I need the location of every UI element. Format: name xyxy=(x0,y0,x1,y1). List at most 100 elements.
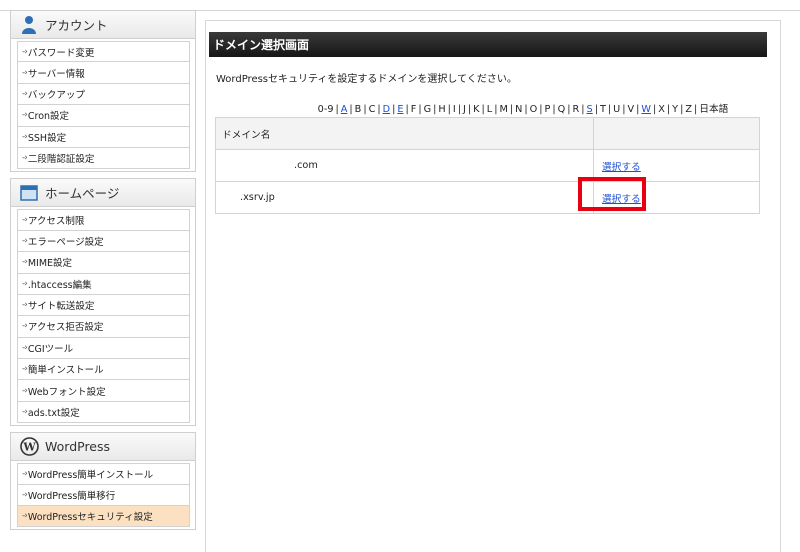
section-title-account: アカウント xyxy=(45,18,108,33)
column-header-domain: ドメイン名 xyxy=(215,117,594,150)
sidebar-item-webfont[interactable]: -› Webフォント設定 xyxy=(17,380,190,402)
alphabet-label-0: 0-9 xyxy=(317,104,334,115)
alphabet-label-10: J xyxy=(463,104,466,115)
alphabet-separator: | xyxy=(636,104,640,115)
alphabet-separator: | xyxy=(392,104,396,115)
arrow-icon: -› xyxy=(22,215,28,226)
arrow-icon: -› xyxy=(22,468,28,479)
alphabet-separator: | xyxy=(552,104,556,115)
alphabet-separator: | xyxy=(335,104,339,115)
alphabet-separator: | xyxy=(539,104,543,115)
sidebar-item-access-restriction[interactable]: -› アクセス制限 xyxy=(17,209,190,231)
select-link[interactable]: 選択する xyxy=(602,162,641,173)
sidebar-item-label: パスワード変更 xyxy=(27,47,95,59)
sidebar-item-label: エラーページ設定 xyxy=(27,236,104,248)
domain-table: ドメイン名 .com 選択する .xsrv.jp 選択する xyxy=(215,117,760,214)
arrow-icon: -› xyxy=(22,385,28,396)
alphabet-label-21: U xyxy=(613,104,621,115)
highlight-box xyxy=(578,177,646,211)
sidebar-item-site-transfer[interactable]: -› サイト転送設定 xyxy=(17,294,190,317)
sidebar-item-error-page[interactable]: -› エラーページ設定 xyxy=(17,230,190,253)
alphabet-link-19[interactable]: S xyxy=(587,104,593,115)
arrow-icon: -› xyxy=(22,153,28,164)
column-header-action xyxy=(593,117,760,150)
sidebar-item-ads-txt[interactable]: -› ads.txt設定 xyxy=(17,401,190,424)
menu-account: -› パスワード変更 -› サーバー情報 -› バックアップ -› Cron設定 -› S… xyxy=(10,38,196,173)
sidebar-item-backup[interactable]: -› バックアップ xyxy=(17,83,190,106)
sidebar-item-password[interactable]: -› パスワード変更 xyxy=(17,41,190,63)
sidebar-item-label: 簡単インストール xyxy=(27,365,104,377)
sidebar-item-wp-easy-migration[interactable]: -› WordPress簡単移行 xyxy=(17,484,190,507)
arrow-icon: -› xyxy=(22,235,28,246)
alphabet-separator: | xyxy=(694,104,698,115)
alphabet-separator: | xyxy=(377,104,381,115)
alphabet-label-22: V xyxy=(627,104,635,115)
menu-wordpress: -› WordPress簡単インストール -› WordPress簡単移行 -› Wo… xyxy=(10,460,196,531)
alphabet-label-13: M xyxy=(499,104,508,115)
domain-cell: .com xyxy=(215,149,594,182)
arrow-icon: -› xyxy=(22,88,28,99)
alphabet-separator: | xyxy=(581,104,585,115)
section-title-wordpress: WordPress xyxy=(45,439,111,455)
sidebar-item-mime[interactable]: -› MIME設定 xyxy=(17,252,190,274)
sidebar-item-label: 二段階認証設定 xyxy=(27,154,95,166)
alphabet-separator: | xyxy=(524,104,528,115)
user-icon xyxy=(19,15,39,35)
sidebar-item-label: Cron設定 xyxy=(27,111,70,123)
alphabet-label-15: O xyxy=(529,104,538,115)
description-text: WordPressセキュリティを設定するドメインを選択してください。 xyxy=(216,74,517,85)
svg-text:W: W xyxy=(22,441,36,454)
arrow-icon: -› xyxy=(22,46,28,57)
alphabet-label-18: R xyxy=(572,104,580,115)
sidebar-item-ssh[interactable]: -› SSH設定 xyxy=(17,126,190,148)
page-title: ドメイン選択画面 xyxy=(209,32,767,57)
sidebar-item-label: サイト転送設定 xyxy=(27,301,95,313)
sidebar-item-wp-security[interactable]: -› WordPressセキュリティ設定 xyxy=(17,506,190,528)
arrow-icon: -› xyxy=(22,489,28,500)
arrow-icon: -› xyxy=(22,110,28,121)
sidebar-item-label: CGIツール xyxy=(27,343,74,355)
sidebar-item-label: WordPress簡単移行 xyxy=(27,490,116,502)
arrow-icon: -› xyxy=(22,257,28,268)
alphabet-label-11: K xyxy=(473,104,480,115)
alphabet-separator: | xyxy=(363,104,367,115)
sidebar-item-label: アクセス制限 xyxy=(27,216,85,228)
alphabet-link-5[interactable]: E xyxy=(397,104,403,115)
alphabet-label-9: I xyxy=(452,104,456,115)
domain-name: .com xyxy=(294,160,318,171)
alphabet-separator: | xyxy=(418,104,422,115)
sidebar-item-label: Webフォント設定 xyxy=(27,386,106,398)
alphabet-label-27: 日本語 xyxy=(699,104,729,115)
sidebar-section-account: アカウント xyxy=(10,10,196,38)
alphabet-separator: | xyxy=(607,104,612,115)
arrow-icon: -› xyxy=(22,278,28,289)
alphabet-separator: | xyxy=(447,104,451,115)
arrow-icon: -› xyxy=(22,342,28,353)
alphabet-link-1[interactable]: A xyxy=(341,104,348,115)
sidebar-item-access-deny[interactable]: -› アクセス拒否設定 xyxy=(17,316,190,338)
arrow-icon: -› xyxy=(22,300,28,311)
arrow-icon: -› xyxy=(22,67,28,78)
arrow-icon: -› xyxy=(22,131,28,142)
alphabet-label-20: T xyxy=(599,104,606,115)
sidebar-item-cgi-tools[interactable]: -› CGIツール xyxy=(17,337,190,360)
alphabet-link-23[interactable]: W xyxy=(641,104,651,115)
sidebar-item-cron[interactable]: -› Cron設定 xyxy=(17,105,190,127)
arrow-icon: -› xyxy=(22,511,28,522)
sidebar: アカウント -› パスワード変更 -› サーバー情報 -› バックアップ -› Cron… xyxy=(10,10,196,536)
sidebar-item-server-info[interactable]: -› サーバー情報 xyxy=(17,62,190,84)
table-header-row: ドメイン名 xyxy=(215,117,760,150)
alphabet-separator: | xyxy=(494,104,498,115)
arrow-icon: -› xyxy=(22,407,28,418)
alphabet-link-4[interactable]: D xyxy=(383,104,390,115)
alphabet-label-24: X xyxy=(658,104,665,115)
sidebar-item-htaccess[interactable]: -› .htaccess編集 xyxy=(17,273,190,295)
sidebar-item-wp-easy-install[interactable]: -› WordPress簡単インストール xyxy=(17,463,190,485)
alphabet-separator: | xyxy=(509,104,514,115)
window-icon xyxy=(19,183,39,203)
table-row: .com 選択する xyxy=(215,149,760,182)
sidebar-item-easy-install[interactable]: -› 簡単インストール xyxy=(17,359,190,381)
alphabet-label-6: F xyxy=(410,104,417,115)
sidebar-item-label: WordPress簡単インストール xyxy=(27,469,154,481)
sidebar-item-2fa[interactable]: -› 二段階認証設定 xyxy=(17,147,190,170)
